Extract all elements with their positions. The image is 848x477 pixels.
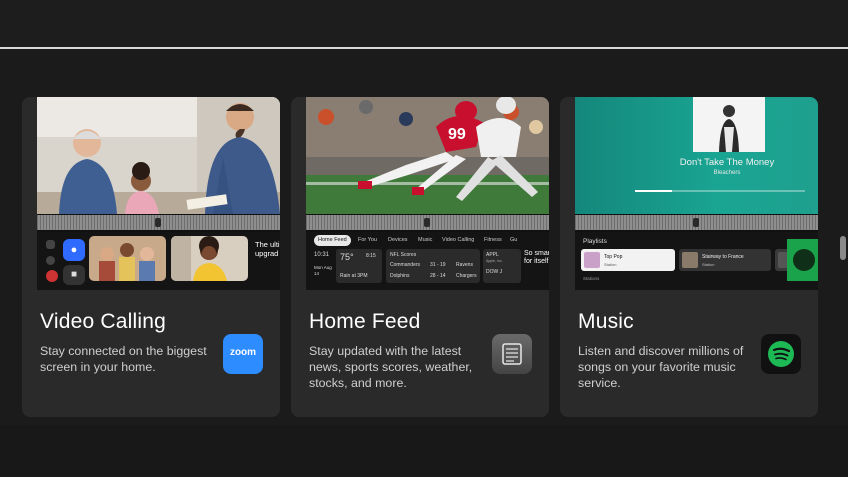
playlists-label: Playlists [583,238,607,245]
camera-bar [575,215,818,230]
camera-lens [155,218,161,227]
tab-more[interactable]: Gu [506,235,521,246]
score-home: Commanders [390,262,421,268]
zoom-icon: zoom [223,334,263,374]
video-calling-preview: ● ■ The ulti upgrad [37,97,280,290]
football-game-photo: 99 [306,97,549,214]
scores-title: NFL Scores [390,252,417,258]
layout-icon[interactable] [46,240,55,249]
end-call-icon[interactable] [46,270,58,282]
scrollbar-thumb[interactable] [840,236,846,260]
feature-card-music[interactable]: Don't Take The Money Bleachers Playlists… [560,97,818,417]
card-description: Stay connected on the biggest screen in … [40,344,207,374]
zoom-icon-label: zoom [229,347,257,358]
score-value: 31 - 19 [430,262,446,268]
feature-card-video-calling[interactable]: ● ■ The ulti upgrad Video Calling Stay c… [22,97,280,417]
tab-for-you[interactable]: For You [354,235,381,246]
album-art [693,97,765,152]
card-description: Stay updated with the latest news, sport… [309,344,473,390]
video-camera-icon[interactable]: ■ [63,265,85,285]
clock-time: 10:31 [314,252,330,258]
playlist-name: Stairway to France [702,254,744,260]
camera-bar [37,215,280,230]
bottom-band [0,425,848,477]
playlist-item[interactable]: Top Pop Station [581,249,675,271]
camera-lens [424,218,430,227]
top-bar [0,0,848,47]
playlist-name: Top Pop [604,254,623,260]
svg-text:99: 99 [448,126,466,143]
nfl-scores-widget: NFL Scores Commanders 31 - 19 Ravens Dol… [386,249,480,283]
stations-label: Stations [583,276,600,281]
weather-sun-time: 8:15 [366,253,376,259]
tab-fitness[interactable]: Fitness [480,235,506,246]
weather-note: Rain at 3PM [340,273,368,279]
call-controls: ● ■ [41,236,85,286]
music-preview: Don't Take The Money Bleachers Playlists… [575,97,818,290]
participant-thumbnail-woman[interactable] [171,236,248,281]
stock-note: Apple, Inc. [486,259,503,263]
family-video-call-photo [37,97,280,214]
card-title: Video Calling [40,310,166,333]
weather-temp: 75° [340,252,354,262]
stock-ticker: APPL [486,252,499,258]
score-home: Dolphins [390,273,410,279]
camera-bar [306,215,549,230]
score-away: Chargers [456,273,477,279]
card-title: Music [578,310,634,333]
playlist-art [682,252,698,268]
spotify-tile-icon [793,249,815,271]
camera-lens [693,218,699,227]
playlist-item[interactable]: Stairway to France Station [679,249,771,271]
record-icon[interactable] [46,256,55,265]
news-feed-icon [492,334,532,374]
playback-progress-fill [635,190,673,192]
home-feed-screen: Home Feed For You Devices Music Video Ca… [306,232,549,290]
spotify-icon [761,334,801,374]
now-playing-screen: Don't Take The Money Bleachers [575,97,818,214]
video-call-side-text: The ulti upgrad [255,240,280,258]
feature-card-home-feed[interactable]: 99 Home Feed For You Devices Music Video… [291,97,549,417]
microphone-icon[interactable]: ● [63,239,85,261]
home-feed-side-text: So smar for itself [524,250,549,265]
score-value: 28 - 14 [430,273,446,279]
spotify-tile[interactable] [787,239,818,281]
playback-progress[interactable] [635,190,805,192]
tab-home-feed[interactable]: Home Feed [314,235,351,246]
weather-widget: 75° 8:15 Rain at 3PM [336,249,382,283]
card-title: Home Feed [309,310,421,333]
now-playing-title: Don't Take The Money [679,157,775,168]
stock-ticker: DOW J [486,269,503,275]
clock-date: Mon Aug 14 [314,265,332,276]
tab-video-calling[interactable]: Video Calling [438,235,478,246]
music-screen: Playlists Top Pop Station Stairway to Fr… [575,232,818,290]
tab-music[interactable]: Music [414,235,436,246]
participant-thumbnail-family[interactable] [89,236,166,281]
score-away: Ravens [456,262,473,268]
card-description: Listen and discover millions of songs on… [578,344,744,390]
video-call-screen: ● ■ The ulti upgrad [37,232,280,290]
playlist-art [584,252,600,268]
playlist-sub: Station [604,262,617,267]
top-divider [0,47,848,49]
now-playing-artist: Bleachers [713,170,741,176]
playlist-sub: Station [702,262,715,267]
stocks-widget: APPL Apple, Inc. DOW J [483,249,521,283]
tab-devices[interactable]: Devices [384,235,412,246]
home-feed-preview: 99 Home Feed For You Devices Music Video… [306,97,549,290]
clock-widget: 10:31 Mon Aug 14 [312,249,334,283]
